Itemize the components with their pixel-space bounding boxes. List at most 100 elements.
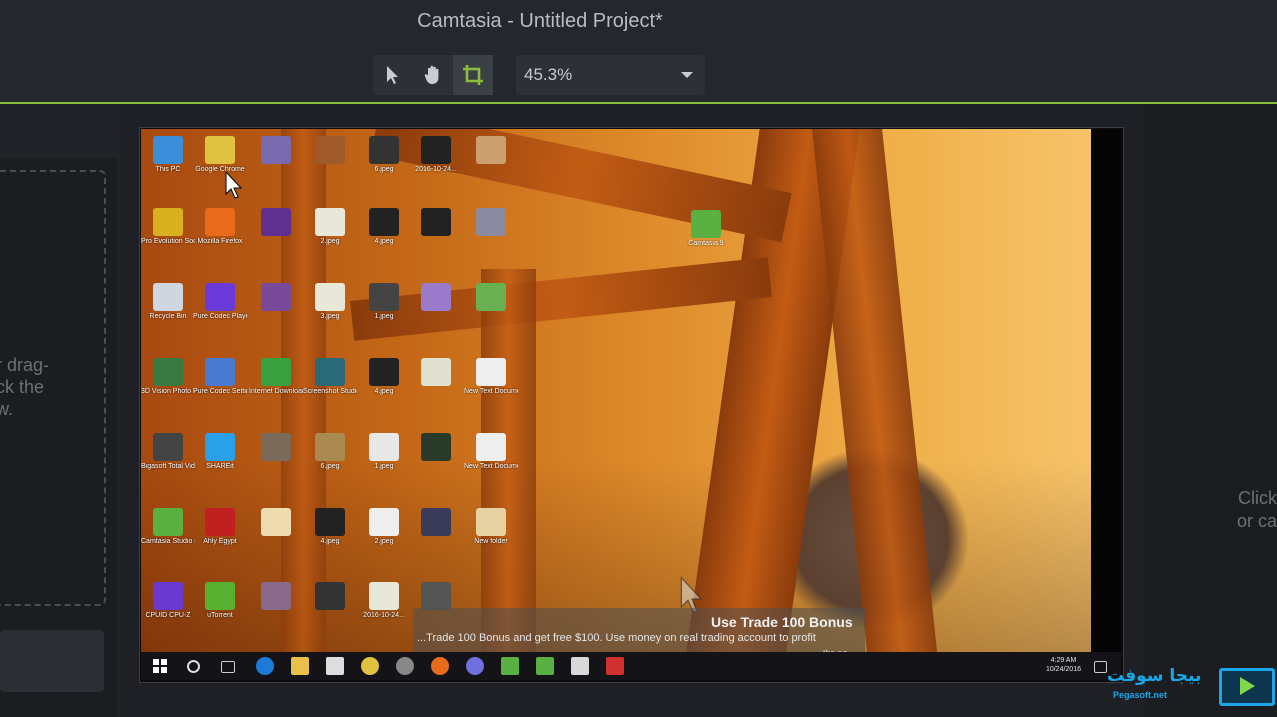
crop-tool-button[interactable] bbox=[453, 55, 493, 95]
desktop-icon[interactable]: 1.jpeg bbox=[357, 433, 411, 471]
desktop-icon[interactable]: 2.jpeg bbox=[357, 508, 411, 546]
desktop-icon[interactable]: uTorrent bbox=[193, 582, 247, 620]
desktop-icon[interactable]: This PC bbox=[141, 136, 195, 174]
desktop-icon[interactable]: 3.jpeg bbox=[303, 283, 357, 321]
desktop-icon[interactable] bbox=[409, 208, 463, 238]
edge-icon[interactable] bbox=[256, 657, 274, 675]
desktop-icon-image bbox=[205, 582, 235, 610]
firefox-icon[interactable] bbox=[431, 657, 449, 675]
pan-tool-button[interactable] bbox=[413, 55, 453, 95]
recorder-icon[interactable] bbox=[606, 657, 624, 675]
desktop-icon-label: 4.jpeg bbox=[374, 238, 394, 245]
properties-panel: Click or ca bbox=[1145, 104, 1277, 717]
desktop-icon[interactable]: New Text Document bbox=[464, 433, 518, 471]
desktop-icon[interactable] bbox=[249, 208, 303, 238]
desktop-icon-image bbox=[476, 208, 506, 236]
desktop-icon[interactable] bbox=[409, 283, 463, 313]
desktop-icon-image bbox=[205, 283, 235, 311]
desktop-icon[interactable] bbox=[303, 136, 357, 166]
desktop-icon[interactable]: Recycle Bin bbox=[141, 283, 195, 321]
desktop-icon[interactable]: Camtasia 9 bbox=[679, 210, 733, 248]
desktop-icon-image bbox=[421, 508, 451, 536]
app-icon[interactable] bbox=[466, 657, 484, 675]
desktop-icon-label: 2016-10-24... bbox=[415, 166, 457, 173]
desktop-icon[interactable] bbox=[464, 208, 518, 238]
desktop-icon[interactable]: Pure Codec Player bbox=[193, 283, 247, 321]
search-icon[interactable] bbox=[187, 660, 200, 673]
desktop-icon[interactable]: 6.jpeg bbox=[357, 136, 411, 174]
desktop-icon[interactable]: Google Chrome bbox=[193, 136, 247, 174]
desktop-icon-image bbox=[315, 433, 345, 461]
desktop-icon[interactable]: 4.jpeg bbox=[303, 508, 357, 546]
desktop-icon-label: Pure Codec Player bbox=[193, 313, 247, 320]
task-view-icon[interactable] bbox=[221, 661, 235, 673]
desktop-icon-label: Camtasia 9 bbox=[688, 240, 724, 247]
desktop-icon[interactable]: Screenshot Studio bbox=[303, 358, 357, 396]
select-tool-button[interactable] bbox=[373, 55, 413, 95]
desktop-icon[interactable]: 6.jpeg bbox=[303, 433, 357, 471]
desktop-icon[interactable]: 2016-10-24... bbox=[357, 582, 411, 620]
zoom-dropdown[interactable]: 45.3% bbox=[516, 55, 705, 95]
desktop-icon-label: New Text Document bbox=[464, 388, 518, 395]
desktop-icon[interactable] bbox=[249, 433, 303, 463]
desktop-icon[interactable] bbox=[249, 582, 303, 612]
desktop-icon[interactable] bbox=[464, 136, 518, 166]
desktop-icon-label: 3D Vision Photo Viewer bbox=[141, 388, 195, 395]
desktop-icon[interactable]: Pro Evolution Soccer 2016 bbox=[141, 208, 195, 246]
desktop-icon-image bbox=[205, 433, 235, 461]
desktop-icon[interactable]: New Text Document bbox=[464, 358, 518, 396]
desktop-icon[interactable] bbox=[409, 433, 463, 463]
desktop-icon[interactable]: Bigasoft Total Vid... bbox=[141, 433, 195, 471]
desktop-icon[interactable] bbox=[409, 508, 463, 538]
desktop-icon[interactable] bbox=[303, 582, 357, 612]
zoom-value: 45.3% bbox=[524, 65, 573, 84]
system-clock[interactable]: 4:29 AM 10/24/2016 bbox=[1046, 656, 1081, 674]
desktop-icon[interactable]: Camtasia Studio 8 bbox=[141, 508, 195, 546]
desktop-icon-image bbox=[153, 208, 183, 236]
desktop-icon[interactable]: 3D Vision Photo Viewer bbox=[141, 358, 195, 396]
chrome-icon[interactable] bbox=[361, 657, 379, 675]
desktop-icon-label: Screenshot Studio bbox=[303, 388, 357, 395]
desktop-icon[interactable] bbox=[409, 358, 463, 388]
store-icon[interactable] bbox=[326, 657, 344, 675]
watermark-latin: Pegasoft.net bbox=[1113, 690, 1168, 700]
desktop-icon-label: CPUID CPU-Z bbox=[145, 612, 191, 619]
windows-start-icon[interactable] bbox=[151, 657, 169, 675]
desktop-icon-image bbox=[315, 208, 345, 236]
desktop-icon[interactable]: 4.jpeg bbox=[357, 208, 411, 246]
desktop-icon-image bbox=[261, 508, 291, 536]
crop-icon bbox=[463, 65, 483, 85]
camtasia-icon[interactable] bbox=[501, 657, 519, 675]
desktop-icon[interactable]: 1.jpeg bbox=[357, 283, 411, 321]
desktop-icon-image bbox=[315, 283, 345, 311]
desktop-icon[interactable]: Pure Codec Settings bbox=[193, 358, 247, 396]
desktop-icon[interactable] bbox=[464, 283, 518, 313]
desktop-icon-label: 4.jpeg bbox=[320, 538, 340, 545]
desktop-icon[interactable] bbox=[249, 508, 303, 538]
desktop-icon-image bbox=[369, 508, 399, 536]
desktop-icon-label: 1.jpeg bbox=[374, 313, 394, 320]
desktop-icon[interactable]: Internet Download... bbox=[249, 358, 303, 396]
desktop-icon-image bbox=[369, 433, 399, 461]
desktop-icon-image bbox=[369, 358, 399, 386]
desktop-icon[interactable]: 2016-10-24... bbox=[409, 136, 463, 174]
camtasia-icon[interactable] bbox=[536, 657, 554, 675]
import-media-button[interactable] bbox=[0, 630, 104, 692]
desktop-icon[interactable]: 2.jpeg bbox=[303, 208, 357, 246]
ad-banner[interactable]: Use Trade 100 Bonus ...Trade 100 Bonus a… bbox=[413, 608, 865, 658]
file-explorer-icon[interactable] bbox=[291, 657, 309, 675]
desktop-icon[interactable]: Ahly Egypt bbox=[193, 508, 247, 546]
hint-line: w. bbox=[0, 399, 14, 419]
desktop-icon[interactable]: CPUID CPU-Z bbox=[141, 582, 195, 620]
app-icon[interactable] bbox=[396, 657, 414, 675]
desktop-icon[interactable] bbox=[249, 283, 303, 313]
desktop-icon-image bbox=[421, 283, 451, 311]
desktop-icon[interactable]: 4.jpeg bbox=[357, 358, 411, 396]
drop-zone-hint: r drag- ck the w. bbox=[0, 354, 49, 420]
desktop-icon[interactable]: Mozilla Firefox bbox=[193, 208, 247, 246]
desktop-icon[interactable] bbox=[249, 136, 303, 166]
desktop-icon[interactable]: New folder bbox=[464, 508, 518, 546]
desktop-icon-label: 6.jpeg bbox=[374, 166, 394, 173]
camtasia-icon[interactable] bbox=[571, 657, 589, 675]
desktop-icon[interactable]: SHAREit bbox=[193, 433, 247, 471]
